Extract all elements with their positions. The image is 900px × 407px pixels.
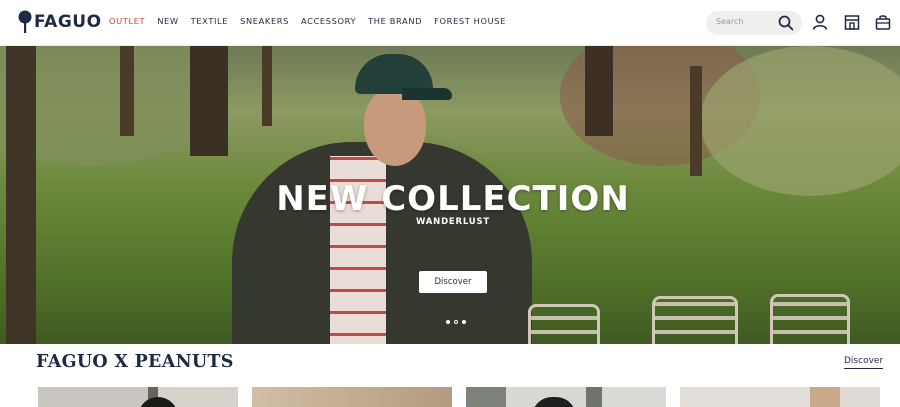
hero-banner: NEW COLLECTION WANDERLUST Discover	[0, 46, 900, 344]
slide-indicator	[446, 320, 466, 324]
store-icon[interactable]	[843, 13, 861, 31]
tree-trunk	[585, 46, 613, 136]
hero-title: NEW COLLECTION	[276, 179, 630, 219]
nav-item-textile[interactable]: TEXTILE	[191, 16, 228, 26]
product-image	[680, 387, 880, 407]
chair	[528, 304, 600, 344]
search-placeholder: Search	[716, 17, 744, 26]
site-header: FAGUO OUTLET NEW TEXTILE SNEAKERS ACCESS…	[0, 0, 900, 46]
tree-logo-icon	[18, 10, 32, 33]
section-title: FAGUO X PEANUTS	[36, 352, 234, 372]
account-icon[interactable]	[811, 13, 829, 31]
hero-discover-button[interactable]: Discover	[419, 271, 487, 293]
brand-logo[interactable]: FAGUO	[17, 8, 102, 36]
product-card[interactable]	[466, 387, 666, 407]
search-box[interactable]: Search	[706, 11, 802, 35]
brand-name: FAGUO	[34, 12, 102, 32]
product-card[interactable]	[38, 387, 238, 407]
product-image	[38, 387, 238, 407]
person-cap-bill	[402, 88, 452, 100]
product-card[interactable]	[252, 387, 452, 407]
nav-item-accessory[interactable]: ACCESSORY	[301, 16, 356, 26]
slide-dot-2[interactable]	[454, 320, 458, 324]
product-image	[252, 387, 452, 407]
tree-trunk	[120, 46, 134, 136]
nav-item-outlet[interactable]: OUTLET	[109, 16, 145, 26]
section-discover-link[interactable]: Discover	[844, 356, 884, 369]
hero-subtitle: WANDERLUST	[415, 217, 491, 227]
tree-trunk	[262, 46, 272, 126]
slide-dot-3[interactable]	[462, 320, 466, 324]
tree-trunk	[190, 46, 228, 156]
nav-item-forest-house[interactable]: FOREST HOUSE	[434, 16, 506, 26]
nav-item-the-brand[interactable]: THE BRAND	[368, 16, 422, 26]
product-card[interactable]	[680, 387, 880, 407]
nav-item-new[interactable]: NEW	[157, 16, 178, 26]
bag-icon[interactable]	[874, 13, 892, 31]
nav-item-sneakers[interactable]: SNEAKERS	[240, 16, 289, 26]
main-nav: OUTLET NEW TEXTILE SNEAKERS ACCESSORY TH…	[109, 16, 518, 26]
search-icon[interactable]	[778, 15, 794, 31]
chair	[770, 294, 850, 344]
slide-dot-1[interactable]	[446, 320, 450, 324]
foliage	[700, 46, 900, 196]
chair	[652, 296, 738, 344]
tree-trunk	[690, 66, 702, 176]
